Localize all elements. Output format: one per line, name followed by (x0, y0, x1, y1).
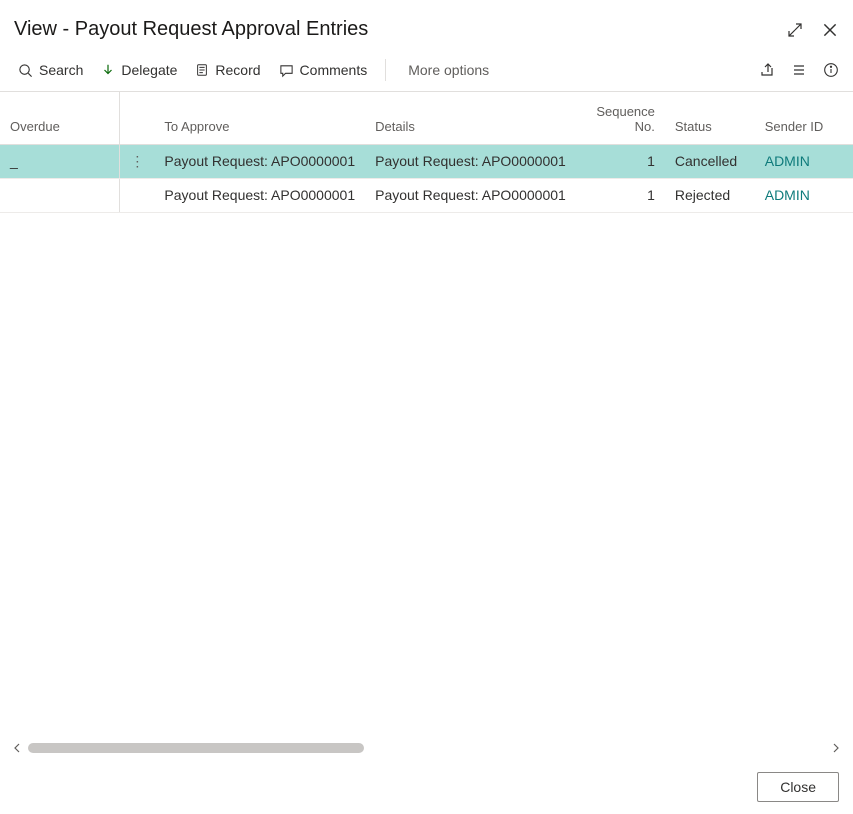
cell-status: Cancelled (665, 144, 755, 178)
col-sender-id[interactable]: Sender ID (755, 92, 853, 144)
page-title: View - Payout Request Approval Entries (14, 18, 787, 41)
row-handle[interactable] (99, 178, 120, 212)
close-icon[interactable] (821, 21, 839, 39)
col-label-line2: No. (595, 119, 655, 134)
footer: Close (0, 761, 853, 814)
col-details[interactable]: Details (365, 92, 585, 144)
search-icon (18, 63, 33, 78)
toolbar-right (759, 62, 839, 78)
toolbar-label: Record (215, 63, 260, 77)
col-handle (99, 92, 120, 144)
record-button[interactable]: Record (195, 63, 260, 77)
record-icon (195, 63, 209, 77)
col-sequence-no[interactable]: Sequence No. (585, 92, 665, 144)
grid-area: Overdue To Approve Details Sequence No. … (0, 92, 853, 761)
more-options-button[interactable]: More options (408, 63, 489, 77)
toolbar-label: Comments (300, 63, 368, 77)
cell-overdue: _ (0, 144, 99, 178)
scrollbar-thumb[interactable] (28, 743, 364, 753)
comments-icon (279, 63, 294, 78)
cell-details: Payout Request: APO0000001 (365, 144, 585, 178)
horizontal-scrollbar[interactable] (12, 741, 841, 757)
col-overdue[interactable]: Overdue (0, 92, 99, 144)
share-icon[interactable] (759, 62, 775, 78)
toolbar-divider (385, 59, 386, 81)
close-button[interactable]: Close (757, 772, 839, 802)
search-button[interactable]: Search (18, 63, 83, 78)
toolbar-left: Search Delegate Record Comments More opt… (18, 59, 489, 81)
row-menu-icon[interactable] (120, 178, 155, 212)
col-status[interactable]: Status (665, 92, 755, 144)
cell-sequence-no: 1 (585, 178, 665, 212)
approval-entries-table: Overdue To Approve Details Sequence No. … (0, 92, 853, 213)
col-label-line1: Sequence (595, 104, 655, 119)
header-actions (787, 21, 839, 39)
cell-sender-id[interactable]: ADMIN (755, 178, 853, 212)
row-menu-icon[interactable]: ⋮ (120, 144, 155, 178)
delegate-button[interactable]: Delegate (101, 63, 177, 77)
delegate-icon (101, 63, 115, 77)
cell-status: Rejected (665, 178, 755, 212)
cell-details: Payout Request: APO0000001 (365, 178, 585, 212)
toolbar: Search Delegate Record Comments More opt… (0, 53, 853, 92)
table-row[interactable]: Payout Request: APO0000001Payout Request… (0, 178, 853, 212)
cell-overdue (0, 178, 99, 212)
cell-sender-id[interactable]: ADMIN (755, 144, 853, 178)
cell-to-approve: Payout Request: APO0000001 (154, 178, 365, 212)
toolbar-label: More options (408, 63, 489, 77)
expand-icon[interactable] (787, 22, 803, 38)
toolbar-label: Delegate (121, 63, 177, 77)
toolbar-label: Search (39, 63, 83, 77)
table-header-row: Overdue To Approve Details Sequence No. … (0, 92, 853, 144)
list-view-icon[interactable] (791, 62, 807, 78)
col-menu (120, 92, 155, 144)
cell-to-approve: Payout Request: APO0000001 (154, 144, 365, 178)
window-header: View - Payout Request Approval Entries (0, 0, 853, 53)
comments-button[interactable]: Comments (279, 63, 368, 78)
table-row[interactable]: _⋮Payout Request: APO0000001Payout Reque… (0, 144, 853, 178)
col-to-approve[interactable]: To Approve (154, 92, 365, 144)
scrollbar-track[interactable] (12, 741, 841, 757)
scroll-right-icon[interactable] (831, 743, 841, 753)
info-icon[interactable] (823, 62, 839, 78)
cell-sequence-no: 1 (585, 144, 665, 178)
grid-scroll[interactable]: Overdue To Approve Details Sequence No. … (0, 92, 853, 741)
row-handle[interactable] (99, 144, 120, 178)
